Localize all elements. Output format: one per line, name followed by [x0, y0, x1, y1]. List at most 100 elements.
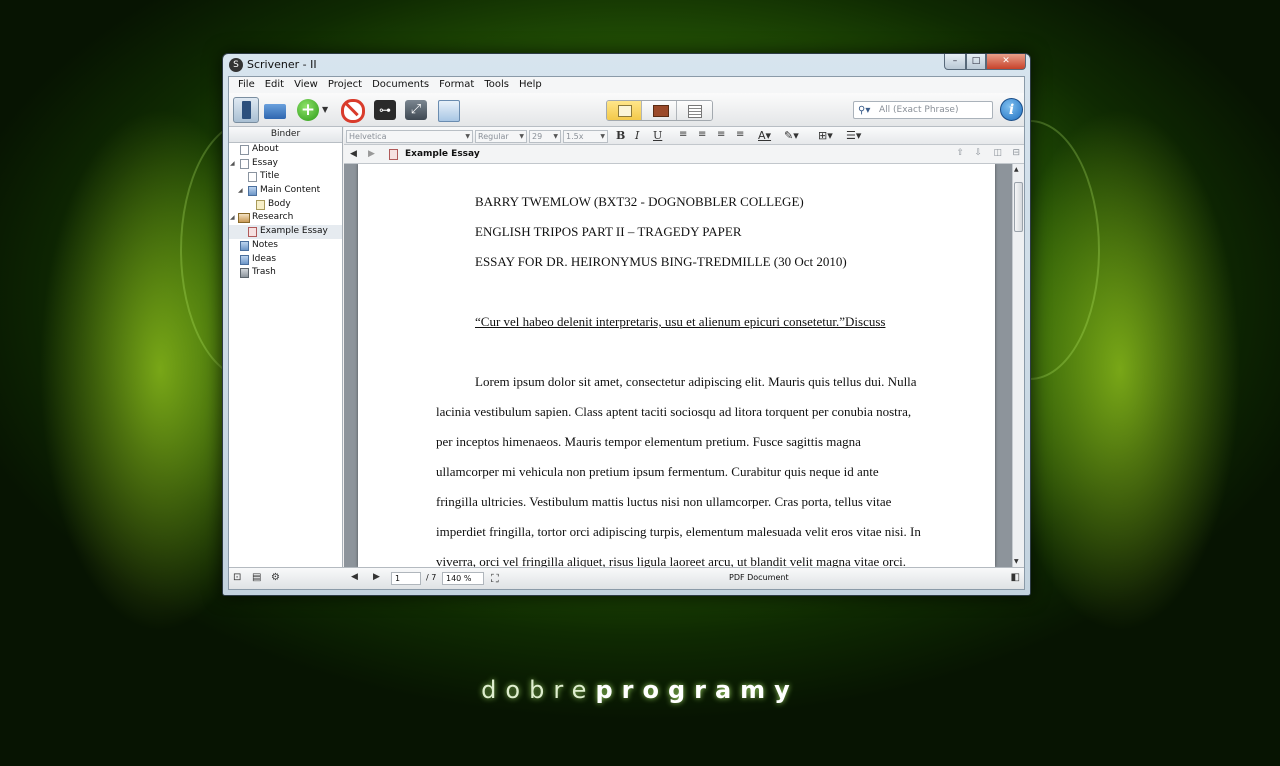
fullscreen-button[interactable] [403, 97, 429, 123]
menu-tools[interactable]: Tools [479, 77, 514, 93]
dobreprogramy-logo: dobreprogramy [0, 676, 1280, 704]
binder-item-essay[interactable]: ◢ Essay [229, 157, 342, 171]
font-style-select[interactable]: Regular ▼ [475, 130, 527, 143]
binder-panel: Binder About ◢ Essay Title ◢ Main Conten… [229, 127, 343, 567]
menu-file[interactable]: File [233, 77, 260, 93]
research-folder-icon [238, 213, 250, 224]
back-arrow-icon[interactable]: ◀ [350, 149, 357, 159]
zoom-select[interactable]: 140 % [442, 572, 484, 585]
maximize-button[interactable]: □ [966, 54, 986, 70]
brand-light: dobre [481, 676, 596, 704]
previous-page-icon[interactable]: ◀ [351, 572, 358, 582]
close-button[interactable]: ✕ [986, 54, 1026, 70]
align-left-icon[interactable]: ≡ [679, 129, 687, 140]
menu-format[interactable]: Format [434, 77, 479, 93]
menu-edit[interactable]: Edit [260, 77, 289, 93]
search-placeholder: All (Exact Phrase) [879, 105, 959, 115]
pdf-viewer[interactable]: BARRY TWEMLOW (BXT32 - DOGNOBBLER COLLEG… [344, 164, 1012, 567]
binder-item-label: Title [260, 171, 280, 182]
menu-view[interactable]: View [289, 77, 323, 93]
binder-item-label: Example Essay [260, 226, 328, 237]
line-spacing-select[interactable]: 1.5x ▼ [563, 130, 608, 143]
text-document-icon [256, 199, 265, 210]
font-family-value: Helvetica [349, 132, 387, 141]
split-horizontal-icon[interactable]: ⊟ [1012, 148, 1020, 158]
down-arrow-icon[interactable]: ⇩ [974, 148, 982, 158]
compile-button[interactable] [435, 97, 461, 123]
binder-item-label: Main Content [260, 185, 321, 196]
inspector-icon[interactable]: ◧ [1011, 572, 1020, 583]
text-color-icon[interactable]: A▾ [758, 129, 771, 142]
italic-button[interactable]: I [635, 129, 639, 142]
underline-button[interactable]: U [653, 129, 662, 142]
table-icon[interactable]: ⊞▾ [818, 129, 833, 142]
up-arrow-icon[interactable]: ⇧ [956, 148, 964, 158]
disclosure-triangle-icon[interactable]: ◢ [238, 184, 243, 198]
binder-toggle-button[interactable] [233, 97, 259, 123]
search-field[interactable]: ⚲▾ All (Exact Phrase) [853, 101, 993, 119]
binder-item-label: Research [252, 212, 294, 223]
binder-item-ideas[interactable]: Ideas [229, 253, 342, 267]
binder-item-research[interactable]: ◢ Research [229, 211, 342, 225]
list-icon[interactable]: ☰▾ [846, 129, 861, 142]
info-button[interactable]: i [1000, 98, 1023, 121]
scroll-up-icon[interactable]: ▲ [1014, 166, 1019, 173]
minimize-button[interactable]: – [944, 54, 966, 70]
essay-body-line: ullamcorper mi vehicula non pretium ipsu… [436, 464, 879, 479]
window-controls: – □ ✕ [944, 54, 1026, 70]
add-document-button[interactable] [295, 97, 321, 123]
menu-project[interactable]: Project [323, 77, 367, 93]
fit-page-icon[interactable]: ⛶ [491, 572, 499, 586]
menu-help[interactable]: Help [514, 77, 547, 93]
essay-for-line: ESSAY FOR DR. HEIRONYMUS BING-TREDMILLE … [475, 254, 847, 269]
binder-item-trash[interactable]: Trash [229, 266, 342, 280]
binder-item-label: Ideas [252, 253, 277, 264]
highlight-icon[interactable]: ✎▾ [784, 129, 799, 142]
font-size-select[interactable]: 29 ▼ [529, 130, 561, 143]
essay-author-line: BARRY TWEMLOW (BXT32 - DOGNOBBLER COLLEG… [475, 194, 804, 209]
page-number-input[interactable]: 1 [391, 572, 421, 585]
forward-arrow-icon[interactable]: ▶ [368, 149, 375, 159]
document-stack-icon [240, 158, 249, 169]
add-dropdown-arrow-icon[interactable]: ▼ [322, 105, 328, 114]
menu-bar: File Edit View Project Documents Format … [229, 77, 1024, 93]
scrivenings-mode-button[interactable] [607, 101, 642, 120]
disclosure-triangle-icon[interactable]: ◢ [230, 211, 235, 225]
binder-item-title[interactable]: Title [229, 170, 342, 184]
binder-item-main-content[interactable]: ◢ Main Content [229, 184, 342, 198]
keywords-button[interactable] [372, 97, 398, 123]
scroll-down-icon[interactable]: ▼ [1014, 558, 1019, 565]
add-folder-icon[interactable]: ▤ [252, 572, 261, 583]
menu-documents[interactable]: Documents [367, 77, 434, 93]
bold-button[interactable]: B [616, 129, 625, 142]
align-center-icon[interactable]: ≡ [698, 129, 706, 140]
gear-icon[interactable]: ⚙ [271, 572, 280, 583]
corkboard-mode-button[interactable] [642, 101, 677, 120]
project-folder-button[interactable] [262, 97, 288, 123]
pdf-page: BARRY TWEMLOW (BXT32 - DOGNOBBLER COLLEG… [358, 164, 995, 567]
next-page-icon[interactable]: ▶ [373, 572, 380, 582]
scrollbar-thumb[interactable] [1014, 182, 1023, 232]
search-icon[interactable]: ⚲▾ [858, 105, 870, 116]
font-family-select[interactable]: Helvetica ▼ [346, 130, 473, 143]
folder-icon [240, 254, 249, 265]
binder-item-example-essay[interactable]: Example Essay [229, 225, 342, 239]
view-mode-group [606, 100, 713, 121]
binder-header: Binder [229, 127, 342, 143]
binder-item-notes[interactable]: Notes [229, 239, 342, 253]
align-justify-icon[interactable]: ≡ [736, 129, 744, 140]
essay-question: “Cur vel habeo delenit interpretaris, us… [475, 314, 886, 329]
binder-item-body[interactable]: Body [229, 198, 342, 212]
split-vertical-icon[interactable]: ◫ [993, 148, 1002, 158]
align-right-icon[interactable]: ≡ [717, 129, 725, 140]
pdf-document-icon [248, 227, 257, 238]
outliner-mode-button[interactable] [677, 101, 712, 120]
delete-button[interactable] [339, 97, 365, 123]
document-icon [248, 172, 257, 183]
vertical-scrollbar[interactable]: ▲ ▼ [1012, 164, 1024, 567]
binder-item-about[interactable]: About [229, 143, 342, 157]
binder-item-label: Notes [252, 239, 278, 250]
disclosure-triangle-icon[interactable]: ◢ [230, 157, 235, 171]
add-item-icon[interactable]: ⊡ [233, 572, 241, 583]
line-spacing-value: 1.5x [566, 132, 584, 141]
